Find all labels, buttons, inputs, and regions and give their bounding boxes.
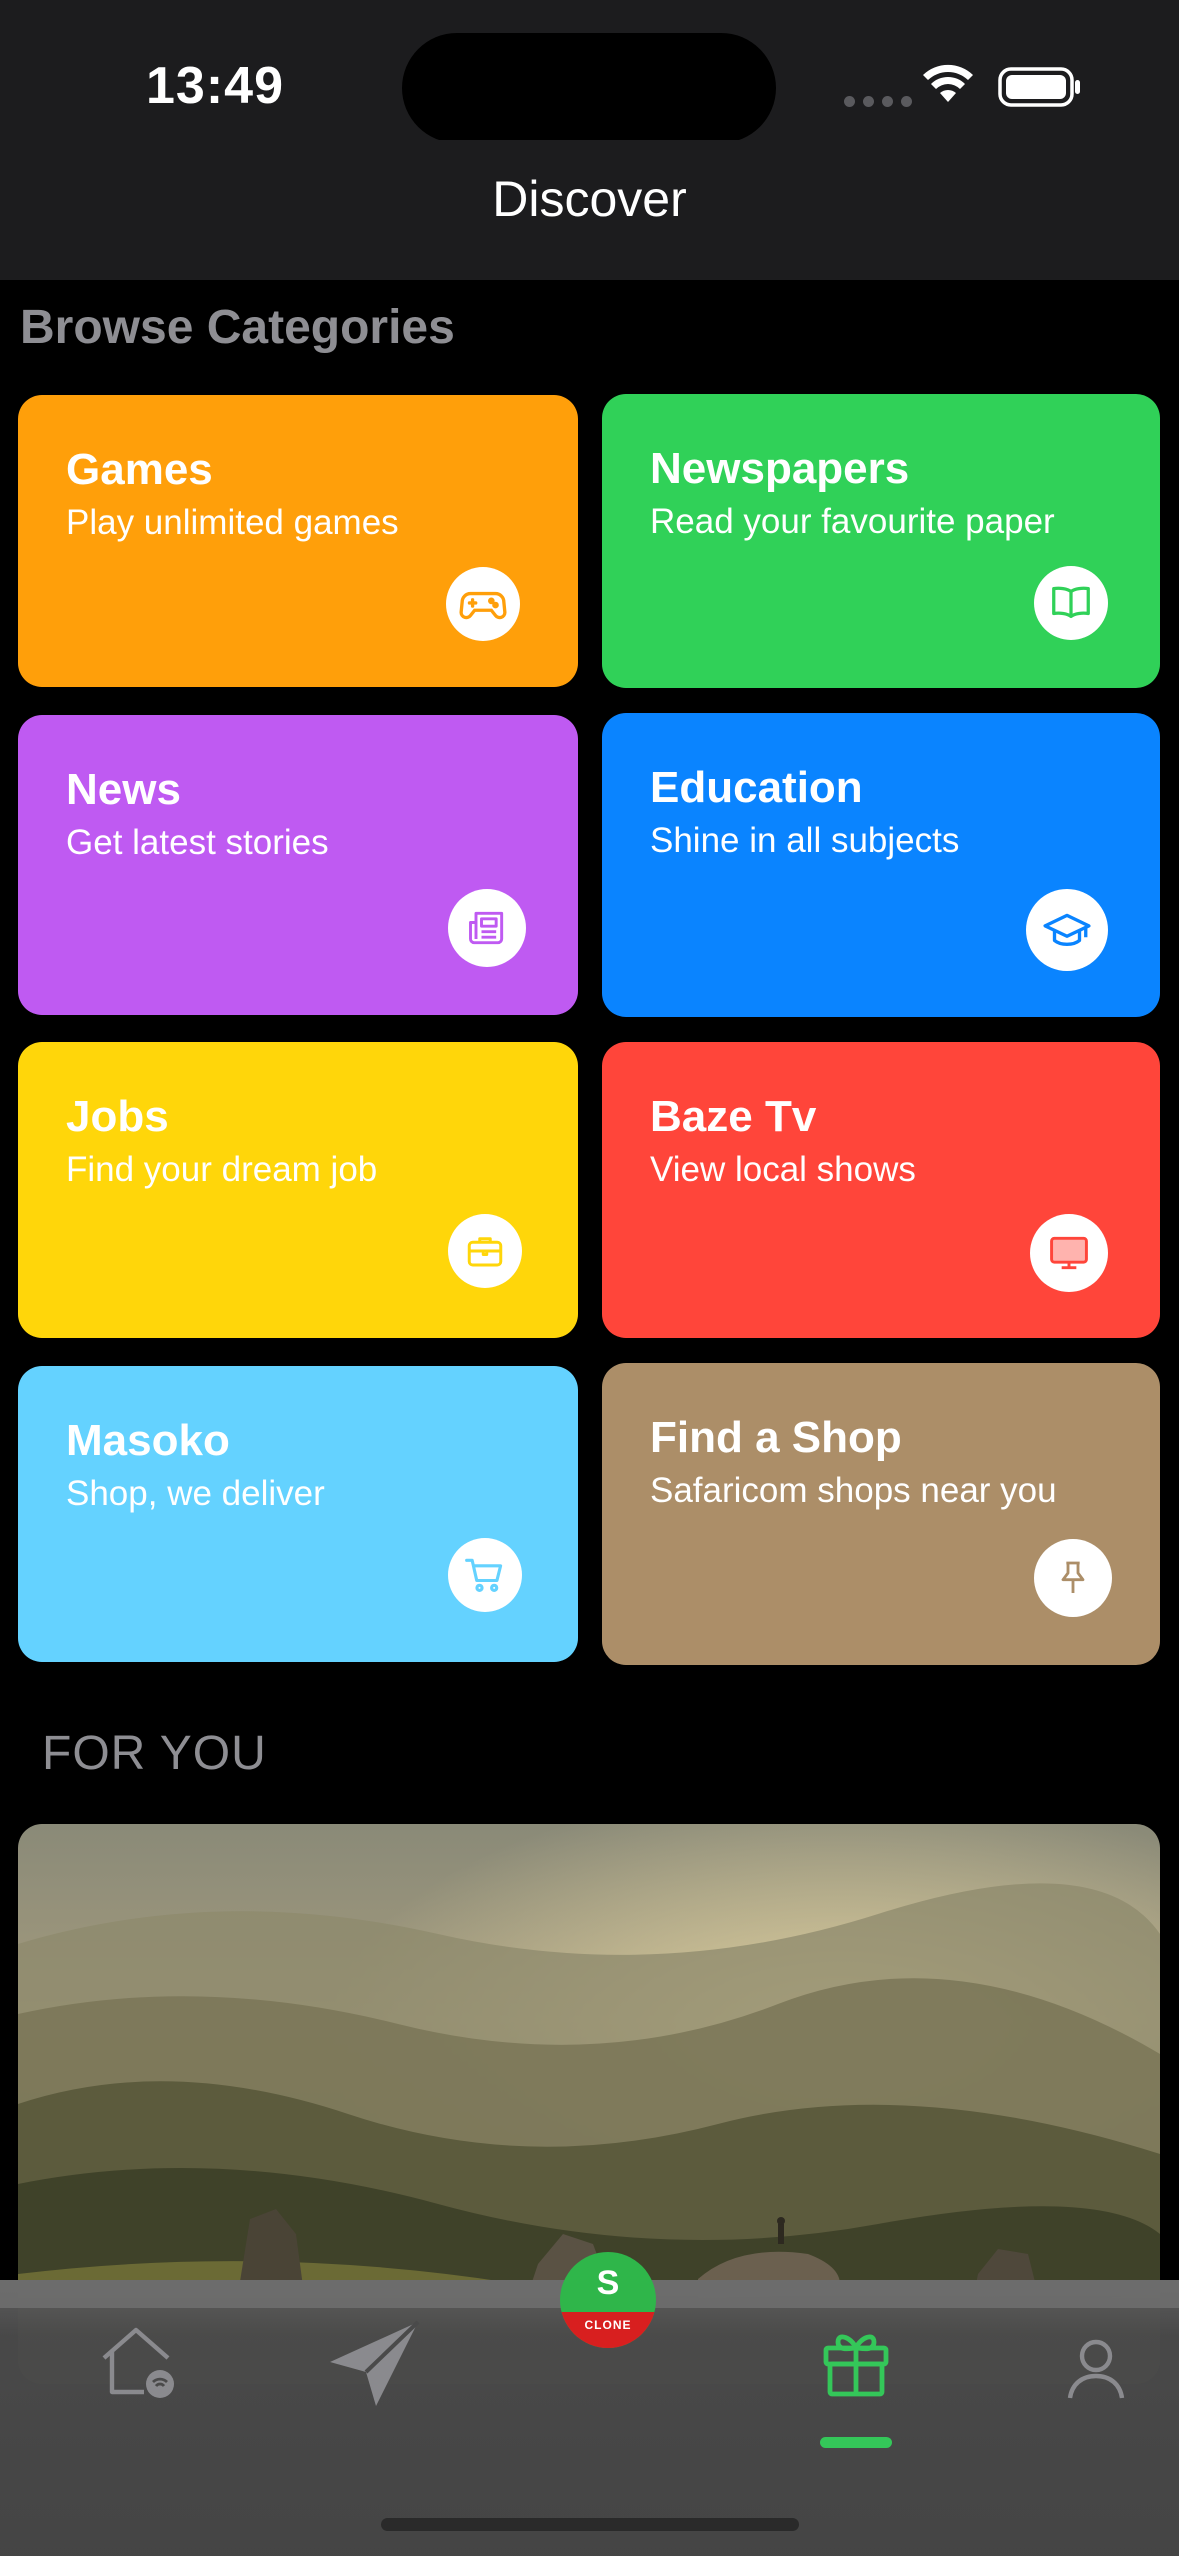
person-icon: [1067, 2339, 1125, 2399]
gamepad-icon: [446, 567, 520, 641]
category-title: Baze Tv: [650, 1092, 817, 1141]
browse-categories-heading: Browse Categories: [20, 301, 455, 354]
category-card-masoko[interactable]: Masoko Shop, we deliver: [18, 1366, 578, 1662]
cart-icon: [448, 1538, 522, 1612]
category-subtitle: View local shows: [650, 1150, 916, 1189]
category-subtitle: Safaricom shops near you: [650, 1471, 1057, 1510]
tab-send[interactable]: [326, 2318, 422, 2415]
graduation-cap-icon: [1026, 889, 1108, 971]
safaricom-clone-button[interactable]: S CLONE: [560, 2252, 656, 2348]
fab-letter: S: [596, 2264, 620, 2302]
status-time: 13:49: [146, 57, 284, 115]
category-card-education[interactable]: Education Shine in all subjects: [602, 713, 1160, 1017]
category-title: Masoko: [66, 1416, 230, 1465]
page-title: Discover: [492, 171, 687, 227]
cellular-signal-icon: [844, 96, 912, 107]
tv-icon: [1030, 1214, 1108, 1292]
dynamic-island: [402, 33, 776, 143]
newspaper-icon: [448, 889, 526, 967]
wifi-icon: [923, 64, 973, 102]
tab-discover[interactable]: [820, 2326, 892, 2403]
category-title: Education: [650, 763, 863, 812]
home-indicator: [381, 2518, 799, 2531]
category-card-find-a-shop[interactable]: Find a Shop Safaricom shops near you: [602, 1363, 1160, 1665]
tab-account[interactable]: [1064, 2336, 1128, 2405]
category-subtitle: Get latest stories: [66, 823, 329, 862]
tab-home[interactable]: [96, 2322, 180, 2405]
book-icon: [1034, 566, 1108, 640]
category-title: Find a Shop: [650, 1413, 902, 1462]
category-card-games[interactable]: Games Play unlimited games: [18, 395, 578, 687]
category-subtitle: Play unlimited games: [66, 503, 399, 542]
home-wifi-icon: [102, 2327, 174, 2398]
active-tab-indicator: [820, 2437, 892, 2448]
briefcase-icon: [448, 1214, 522, 1288]
category-title: News: [66, 765, 181, 814]
category-card-newspapers[interactable]: Newspapers Read your favourite paper: [602, 394, 1160, 688]
category-subtitle: Shop, we deliver: [66, 1474, 325, 1513]
category-card-baze-tv[interactable]: Baze Tv View local shows: [602, 1042, 1160, 1338]
fab-label: CLONE: [584, 2318, 632, 2332]
category-subtitle: Read your favourite paper: [650, 502, 1055, 541]
category-card-jobs[interactable]: Jobs Find your dream job: [18, 1042, 578, 1338]
battery-icon: [998, 67, 1080, 107]
category-card-news[interactable]: News Get latest stories: [18, 715, 578, 1015]
pin-icon: [1034, 1539, 1112, 1617]
category-subtitle: Find your dream job: [66, 1150, 378, 1189]
send-icon: [330, 2320, 420, 2406]
category-subtitle: Shine in all subjects: [650, 821, 960, 860]
category-title: Jobs: [66, 1092, 169, 1141]
gift-icon: [823, 2334, 889, 2397]
category-title: Games: [66, 445, 213, 494]
category-title: Newspapers: [650, 444, 910, 493]
for-you-heading: FOR YOU: [42, 1727, 267, 1780]
